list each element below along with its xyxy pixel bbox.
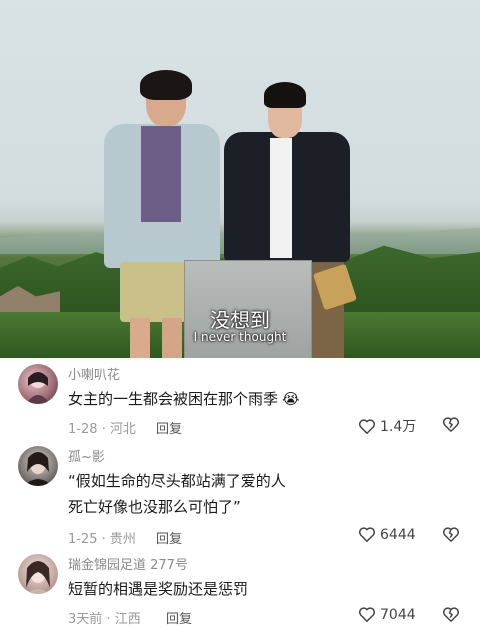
- like-button[interactable]: 1.4万: [358, 416, 416, 436]
- comment-meta: 1-25 · 贵州: [68, 528, 136, 547]
- subtitle-chinese: 没想到: [210, 308, 270, 332]
- like-button[interactable]: 7044: [358, 606, 416, 623]
- comment-item: 小喇叭花 女主的一生都会被困在那个雨季 😭 1-28 · 河北 回复 1.4万: [0, 362, 480, 440]
- like-button[interactable]: 6444: [358, 526, 416, 543]
- comment-username[interactable]: 孤~影: [68, 446, 105, 465]
- comment-username[interactable]: 瑞金锦园足道 277号: [68, 554, 188, 573]
- like-count: 1.4万: [380, 419, 417, 435]
- right-actor-hair: [264, 82, 306, 108]
- comment-location: 江西: [114, 612, 141, 627]
- reply-button[interactable]: 回复: [156, 418, 182, 437]
- comment-text: 短暂的相遇是奖励还是惩罚: [68, 576, 248, 602]
- comment-item: 瑞金锦园足道 277号 短暂的相遇是奖励还是惩罚 3天前 · 江西 回复 704…: [0, 552, 480, 632]
- comment-date: 1-28: [68, 422, 98, 437]
- meta-separator: ·: [101, 422, 110, 437]
- comment-date: 3天前: [68, 612, 103, 627]
- left-actor-shirt: [141, 126, 181, 222]
- comment-username[interactable]: 小喇叭花: [68, 364, 120, 383]
- avatar[interactable]: [18, 364, 58, 404]
- comment-meta: 1-28 · 河北: [68, 418, 136, 437]
- video-frame[interactable]: 没想到 I never thought: [0, 0, 480, 358]
- heart-icon: [358, 418, 376, 434]
- comment-text-line: 短暂的相遇是奖励还是惩罚: [68, 580, 249, 598]
- right-actor-shirt: [270, 138, 292, 258]
- dislike-button[interactable]: [442, 526, 460, 543]
- reply-button[interactable]: 回复: [156, 528, 182, 547]
- meta-separator: ·: [106, 612, 115, 627]
- like-count: 6444: [380, 526, 416, 543]
- comment-meta: 3天前 · 江西: [68, 608, 141, 627]
- comment-location: 河北: [109, 422, 136, 437]
- comment-date: 1-25: [68, 532, 98, 547]
- dislike-button[interactable]: [442, 416, 460, 433]
- meta-separator: ·: [101, 532, 110, 547]
- avatar[interactable]: [18, 446, 58, 486]
- heart-icon: [358, 527, 376, 542]
- comment-text: “假如生命的尽头都站满了爱的人 死亡好像也没那么可怕了”: [68, 468, 286, 520]
- dislike-button[interactable]: [442, 606, 460, 623]
- comment-text-line: 死亡好像也没那么可怕了”: [68, 498, 241, 516]
- broken-heart-icon: [442, 417, 460, 432]
- comment-text-line: “假如生命的尽头都站满了爱的人: [68, 472, 286, 490]
- crying-emoji-icon: 😭: [282, 390, 300, 408]
- comment-text-line: 女主的一生都会被困在那个雨季: [68, 390, 279, 408]
- broken-heart-icon: [442, 607, 460, 622]
- like-count: 7044: [380, 606, 416, 623]
- broken-heart-icon: [442, 527, 460, 542]
- comment-text: 女主的一生都会被困在那个雨季 😭: [68, 386, 300, 412]
- comment-item: 孤~影 “假如生命的尽头都站满了爱的人 死亡好像也没那么可怕了” 1-25 · …: [0, 444, 480, 548]
- comment-location: 贵州: [109, 532, 136, 547]
- heart-icon: [358, 607, 376, 622]
- reply-button[interactable]: 回复: [166, 608, 192, 627]
- subtitle-english: I never thought: [193, 330, 287, 344]
- avatar[interactable]: [18, 554, 58, 594]
- left-actor-hair: [140, 70, 192, 100]
